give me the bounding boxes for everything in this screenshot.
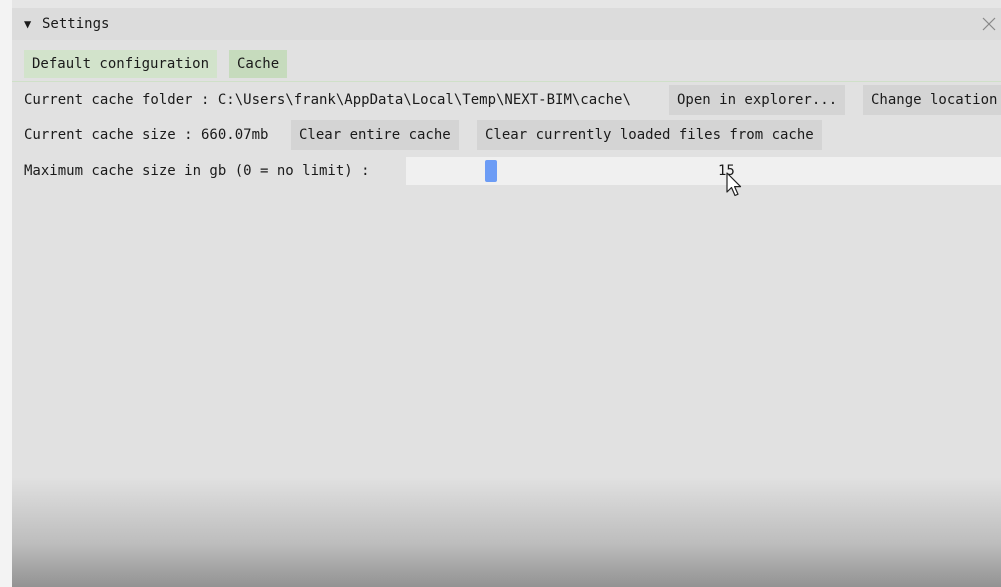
clear-entire-cache-button[interactable]: Clear entire cache	[291, 120, 459, 150]
collapse-triangle-icon[interactable]: ▼	[24, 17, 38, 31]
window-title: Settings	[42, 16, 110, 32]
close-icon[interactable]	[979, 14, 999, 34]
title-bar[interactable]: ▼ Settings	[12, 8, 1001, 40]
max-cache-slider[interactable]: 15	[406, 157, 1001, 185]
background-margin	[0, 0, 12, 587]
settings-window: ▼ Settings Default configuration Cache C…	[12, 8, 1001, 587]
slider-value: 15	[718, 163, 735, 179]
slider-grab-handle[interactable]	[485, 160, 497, 182]
tab-default-configuration[interactable]: Default configuration	[24, 50, 218, 78]
max-cache-row: Maximum cache size in gb (0 = no limit) …	[12, 156, 1001, 186]
cache-size-label: Current cache size : 660.07mb	[24, 127, 269, 143]
bottom-shadow	[12, 477, 1001, 587]
tab-bar: Default configuration Cache	[12, 48, 1001, 82]
cache-folder-label: Current cache folder : C:\Users\frank\Ap…	[24, 92, 631, 108]
max-cache-label: Maximum cache size in gb (0 = no limit) …	[24, 163, 370, 179]
open-in-explorer-button[interactable]: Open in explorer...	[669, 85, 846, 115]
cache-folder-row: Current cache folder : C:\Users\frank\Ap…	[12, 85, 1001, 115]
cache-size-row: Current cache size : 660.07mb Clear enti…	[12, 120, 1001, 150]
tab-cache[interactable]: Cache	[229, 50, 288, 78]
clear-loaded-files-button[interactable]: Clear currently loaded files from cache	[477, 120, 822, 150]
change-location-button[interactable]: Change location	[863, 85, 1001, 115]
